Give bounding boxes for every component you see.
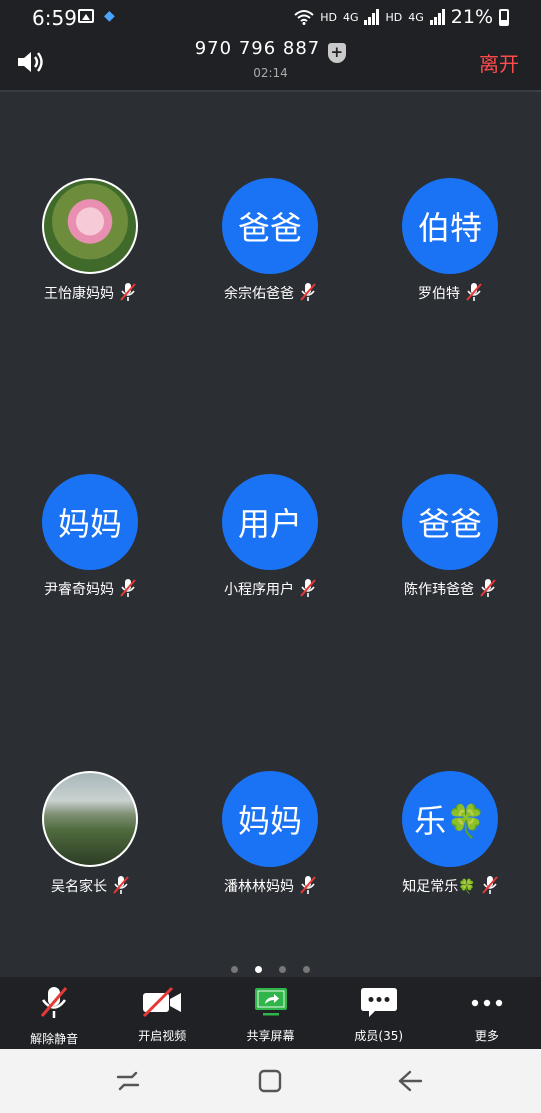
avatar: 妈妈 [222, 771, 318, 867]
mic-muted-icon [481, 876, 498, 894]
start-video-label: 开启视频 [138, 1029, 187, 1043]
network-type-2: 4G [408, 10, 424, 24]
system-navigation-bar [0, 1049, 541, 1113]
start-video-button[interactable]: 开启视频 [108, 977, 216, 1049]
meeting-toolbar: 解除静音 开启视频 共享屏幕 成员(35) 更多 [0, 977, 541, 1049]
back-icon[interactable] [396, 1067, 424, 1095]
mic-muted-icon [480, 579, 496, 597]
leave-button[interactable]: 离开 [479, 48, 519, 77]
meeting-id-text: 970 796 887 [194, 38, 321, 59]
participant-name: 罗伯特 [418, 286, 460, 302]
share-screen-icon [254, 988, 287, 1016]
participant-name: 王怡康妈妈 [44, 286, 114, 302]
avatar-landscape-photo [42, 771, 138, 867]
members-button[interactable]: 成员(35) [325, 977, 433, 1049]
participant-tile[interactable]: 妈妈 潘林林妈妈 [180, 771, 360, 921]
participant-tile[interactable]: 用户 小程序用户 [180, 474, 360, 624]
participant-tile[interactable]: 吴名家长 [0, 771, 180, 921]
more-dots-icon [471, 999, 503, 1007]
home-icon[interactable] [256, 1067, 284, 1095]
video-off-icon [143, 986, 182, 1018]
participant-tile[interactable]: 伯特 罗伯特 [360, 178, 540, 328]
participant-name: 陈作玮爸爸 [404, 582, 474, 598]
page-dot[interactable] [230, 966, 238, 973]
page-dot[interactable] [303, 966, 311, 973]
meeting-app-notification-icon: ◆ [104, 8, 115, 24]
recent-apps-icon[interactable] [114, 1067, 142, 1095]
more-button[interactable]: 更多 [433, 977, 541, 1049]
participant-name: 尹睿奇妈妈 [44, 582, 114, 598]
signal-icon-1 [364, 9, 380, 25]
meeting-header: 970 796 887 + 02:14 离开 [0, 34, 541, 92]
avatar-lotus-photo [42, 178, 138, 274]
participant-name: 潘林林妈妈 [224, 879, 294, 895]
meeting-id[interactable]: 970 796 887 + [0, 38, 541, 63]
page-dot[interactable] [279, 966, 287, 973]
participant-tile[interactable]: 王怡康妈妈 [0, 178, 180, 328]
image-notification-icon [78, 9, 94, 23]
participant-name: 知足常乐🍀 [402, 879, 476, 895]
participant-tile[interactable]: 乐🍀 知足常乐🍀 [360, 771, 540, 921]
avatar: 爸爸 [222, 178, 318, 274]
mic-muted-icon [113, 876, 129, 894]
hd-indicator-1: HD [320, 10, 337, 24]
network-type-1: 4G [342, 10, 359, 24]
page-indicator[interactable] [0, 958, 541, 977]
battery-percent: 21% [450, 6, 493, 28]
unmute-button[interactable]: 解除静音 [0, 977, 108, 1049]
mic-muted-icon [300, 876, 316, 894]
wifi-icon [294, 10, 314, 25]
participant-name: 吴名家长 [51, 879, 107, 895]
hd-indicator-2: HD [385, 10, 403, 24]
signal-icon-2 [429, 9, 445, 25]
avatar: 爸爸 [402, 474, 498, 570]
participant-grid: 王怡康妈妈 爸爸 余宗佑爸爸 伯特 罗伯特 妈妈 尹睿奇妈妈 用户 小程序用户 … [0, 92, 541, 977]
participant-name: 小程序用户 [224, 582, 294, 598]
share-screen-label: 共享屏幕 [246, 1029, 295, 1043]
mic-muted-icon [300, 579, 316, 597]
mic-muted-icon [120, 283, 136, 301]
mic-muted-icon [120, 579, 136, 597]
participant-tile[interactable]: 爸爸 陈作玮爸爸 [360, 474, 540, 624]
status-bar: 6:59 ◆ HD 4G HD 4G 21% [0, 0, 541, 34]
shield-icon[interactable]: + [328, 43, 347, 63]
unmute-label: 解除静音 [30, 1032, 79, 1046]
status-indicators: HD 4G HD 4G 21% [294, 6, 509, 28]
status-time: 6:59 [32, 6, 77, 30]
avatar: 用户 [222, 474, 318, 570]
participant-tile[interactable]: 妈妈 尹睿奇妈妈 [0, 474, 180, 624]
avatar: 乐🍀 [402, 771, 498, 867]
mic-muted-icon [466, 283, 482, 301]
avatar: 伯特 [402, 178, 498, 274]
mic-off-icon [40, 987, 68, 1018]
meeting-duration: 02:14 [253, 66, 288, 80]
participant-name: 余宗佑爸爸 [224, 286, 294, 302]
avatar: 妈妈 [42, 474, 138, 570]
more-label: 更多 [474, 1029, 499, 1043]
members-label: 成员(35) [354, 1029, 404, 1043]
chat-bubble-icon [360, 988, 397, 1017]
mic-muted-icon [300, 283, 316, 301]
page-dot-active[interactable] [254, 966, 262, 973]
participant-tile[interactable]: 爸爸 余宗佑爸爸 [180, 178, 360, 328]
share-screen-button[interactable]: 共享屏幕 [216, 977, 324, 1049]
battery-icon [499, 8, 509, 26]
